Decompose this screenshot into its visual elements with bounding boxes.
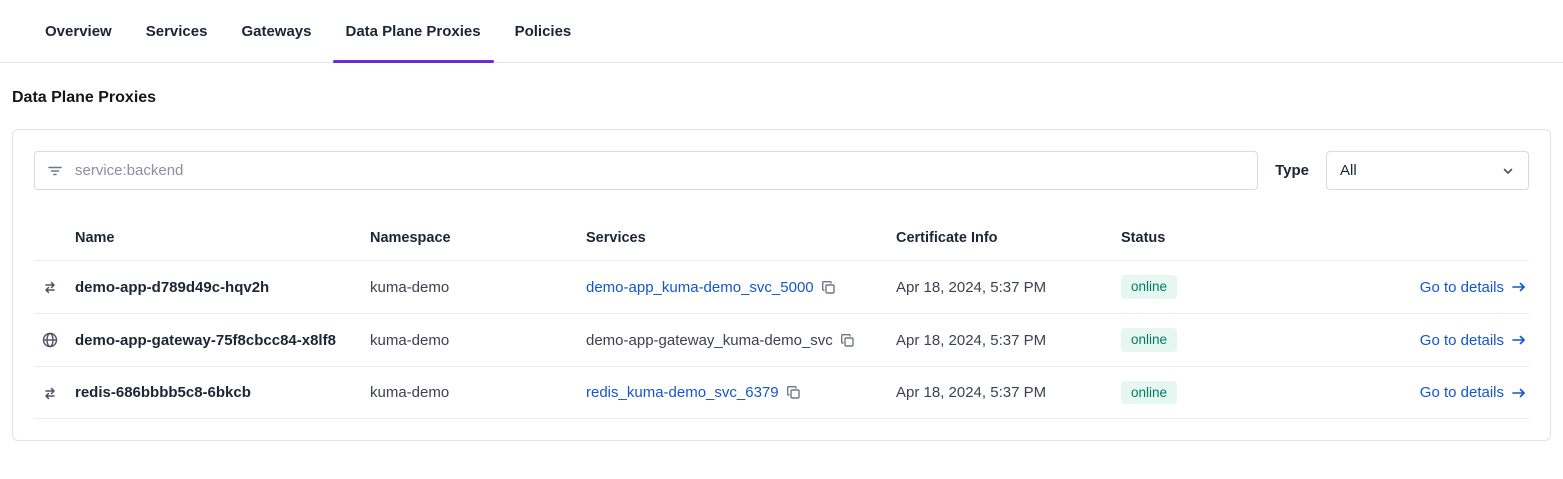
filter-icon <box>47 163 63 179</box>
status-badge: online <box>1121 380 1178 405</box>
proxy-namespace: kuma-demo <box>370 384 450 401</box>
type-select-value: All <box>1340 162 1357 179</box>
proxy-arrows-icon <box>34 278 75 296</box>
type-select[interactable]: All <box>1326 151 1529 190</box>
data-plane-proxies-card: Type All Name Namespace Services Certifi… <box>12 129 1551 441</box>
tab-policies[interactable]: Policies <box>513 0 574 62</box>
service-name: demo-app-gateway_kuma-demo_svc <box>586 331 833 349</box>
go-to-details-link[interactable]: Go to details <box>1420 279 1529 296</box>
tab-data-plane-proxies[interactable]: Data Plane Proxies <box>332 0 494 63</box>
chevron-down-icon <box>1501 164 1515 178</box>
status-badge: online <box>1121 275 1178 299</box>
table-row: demo-app-d789d49c-hqv2h kuma-demo demo-a… <box>34 260 1529 313</box>
col-header-certificate: Certificate Info <box>896 230 998 246</box>
tabbar: Overview Services Gateways Data Plane Pr… <box>0 0 1563 63</box>
go-to-details-label: Go to details <box>1419 278 1504 296</box>
page-title: Data Plane Proxies <box>12 89 157 106</box>
certificate-info: Apr 18, 2024, 5:37 PM <box>896 331 1047 349</box>
go-to-details-label: Go to details <box>1419 384 1504 401</box>
search-wrap <box>34 151 1259 190</box>
col-header-status: Status <box>1121 230 1166 246</box>
gateway-globe-icon <box>34 331 75 349</box>
arrow-right-icon <box>1511 386 1527 400</box>
tab-overview[interactable]: Overview <box>43 0 114 62</box>
col-header-services: Services <box>586 230 646 246</box>
go-to-details-link[interactable]: Go to details <box>1420 332 1529 349</box>
table-header-row: Name Namespace Services Certificate Info… <box>34 216 1529 260</box>
proxy-namespace: kuma-demo <box>370 331 450 349</box>
service-link[interactable]: demo-app_kuma-demo_svc_5000 <box>586 279 814 296</box>
copy-icon[interactable] <box>840 333 855 348</box>
copy-icon[interactable] <box>786 385 801 400</box>
arrow-right-icon <box>1511 333 1527 347</box>
proxy-name: demo-app-gateway-75f8cbcc84-x8lf8 <box>75 331 336 349</box>
type-filter-label: Type <box>1275 162 1309 179</box>
tab-services[interactable]: Services <box>144 0 210 62</box>
filter-row: Type All <box>34 151 1529 190</box>
proxy-arrows-icon <box>34 384 75 402</box>
proxy-namespace: kuma-demo <box>370 278 450 296</box>
status-badge: online <box>1121 328 1178 352</box>
tab-gateways[interactable]: Gateways <box>239 0 313 62</box>
search-input[interactable] <box>34 151 1259 190</box>
service-link[interactable]: redis_kuma-demo_svc_6379 <box>586 384 779 401</box>
proxy-name: redis-686bbbb5c8-6bkcb <box>75 384 251 401</box>
proxy-name: demo-app-d789d49c-hqv2h <box>75 278 270 296</box>
table-row: redis-686bbbb5c8-6bkcb kuma-demo redis_k… <box>34 366 1529 419</box>
data-plane-proxies-table: Name Namespace Services Certificate Info… <box>34 216 1529 419</box>
arrow-right-icon <box>1511 280 1527 294</box>
col-header-namespace: Namespace <box>370 230 451 246</box>
certificate-info: Apr 18, 2024, 5:37 PM <box>896 278 1047 296</box>
go-to-details-link[interactable]: Go to details <box>1420 384 1529 401</box>
table-row: demo-app-gateway-75f8cbcc84-x8lf8 kuma-d… <box>34 313 1529 366</box>
certificate-info: Apr 18, 2024, 5:37 PM <box>896 384 1047 401</box>
col-header-name: Name <box>75 230 115 246</box>
go-to-details-label: Go to details <box>1419 331 1504 349</box>
copy-icon[interactable] <box>821 280 836 295</box>
